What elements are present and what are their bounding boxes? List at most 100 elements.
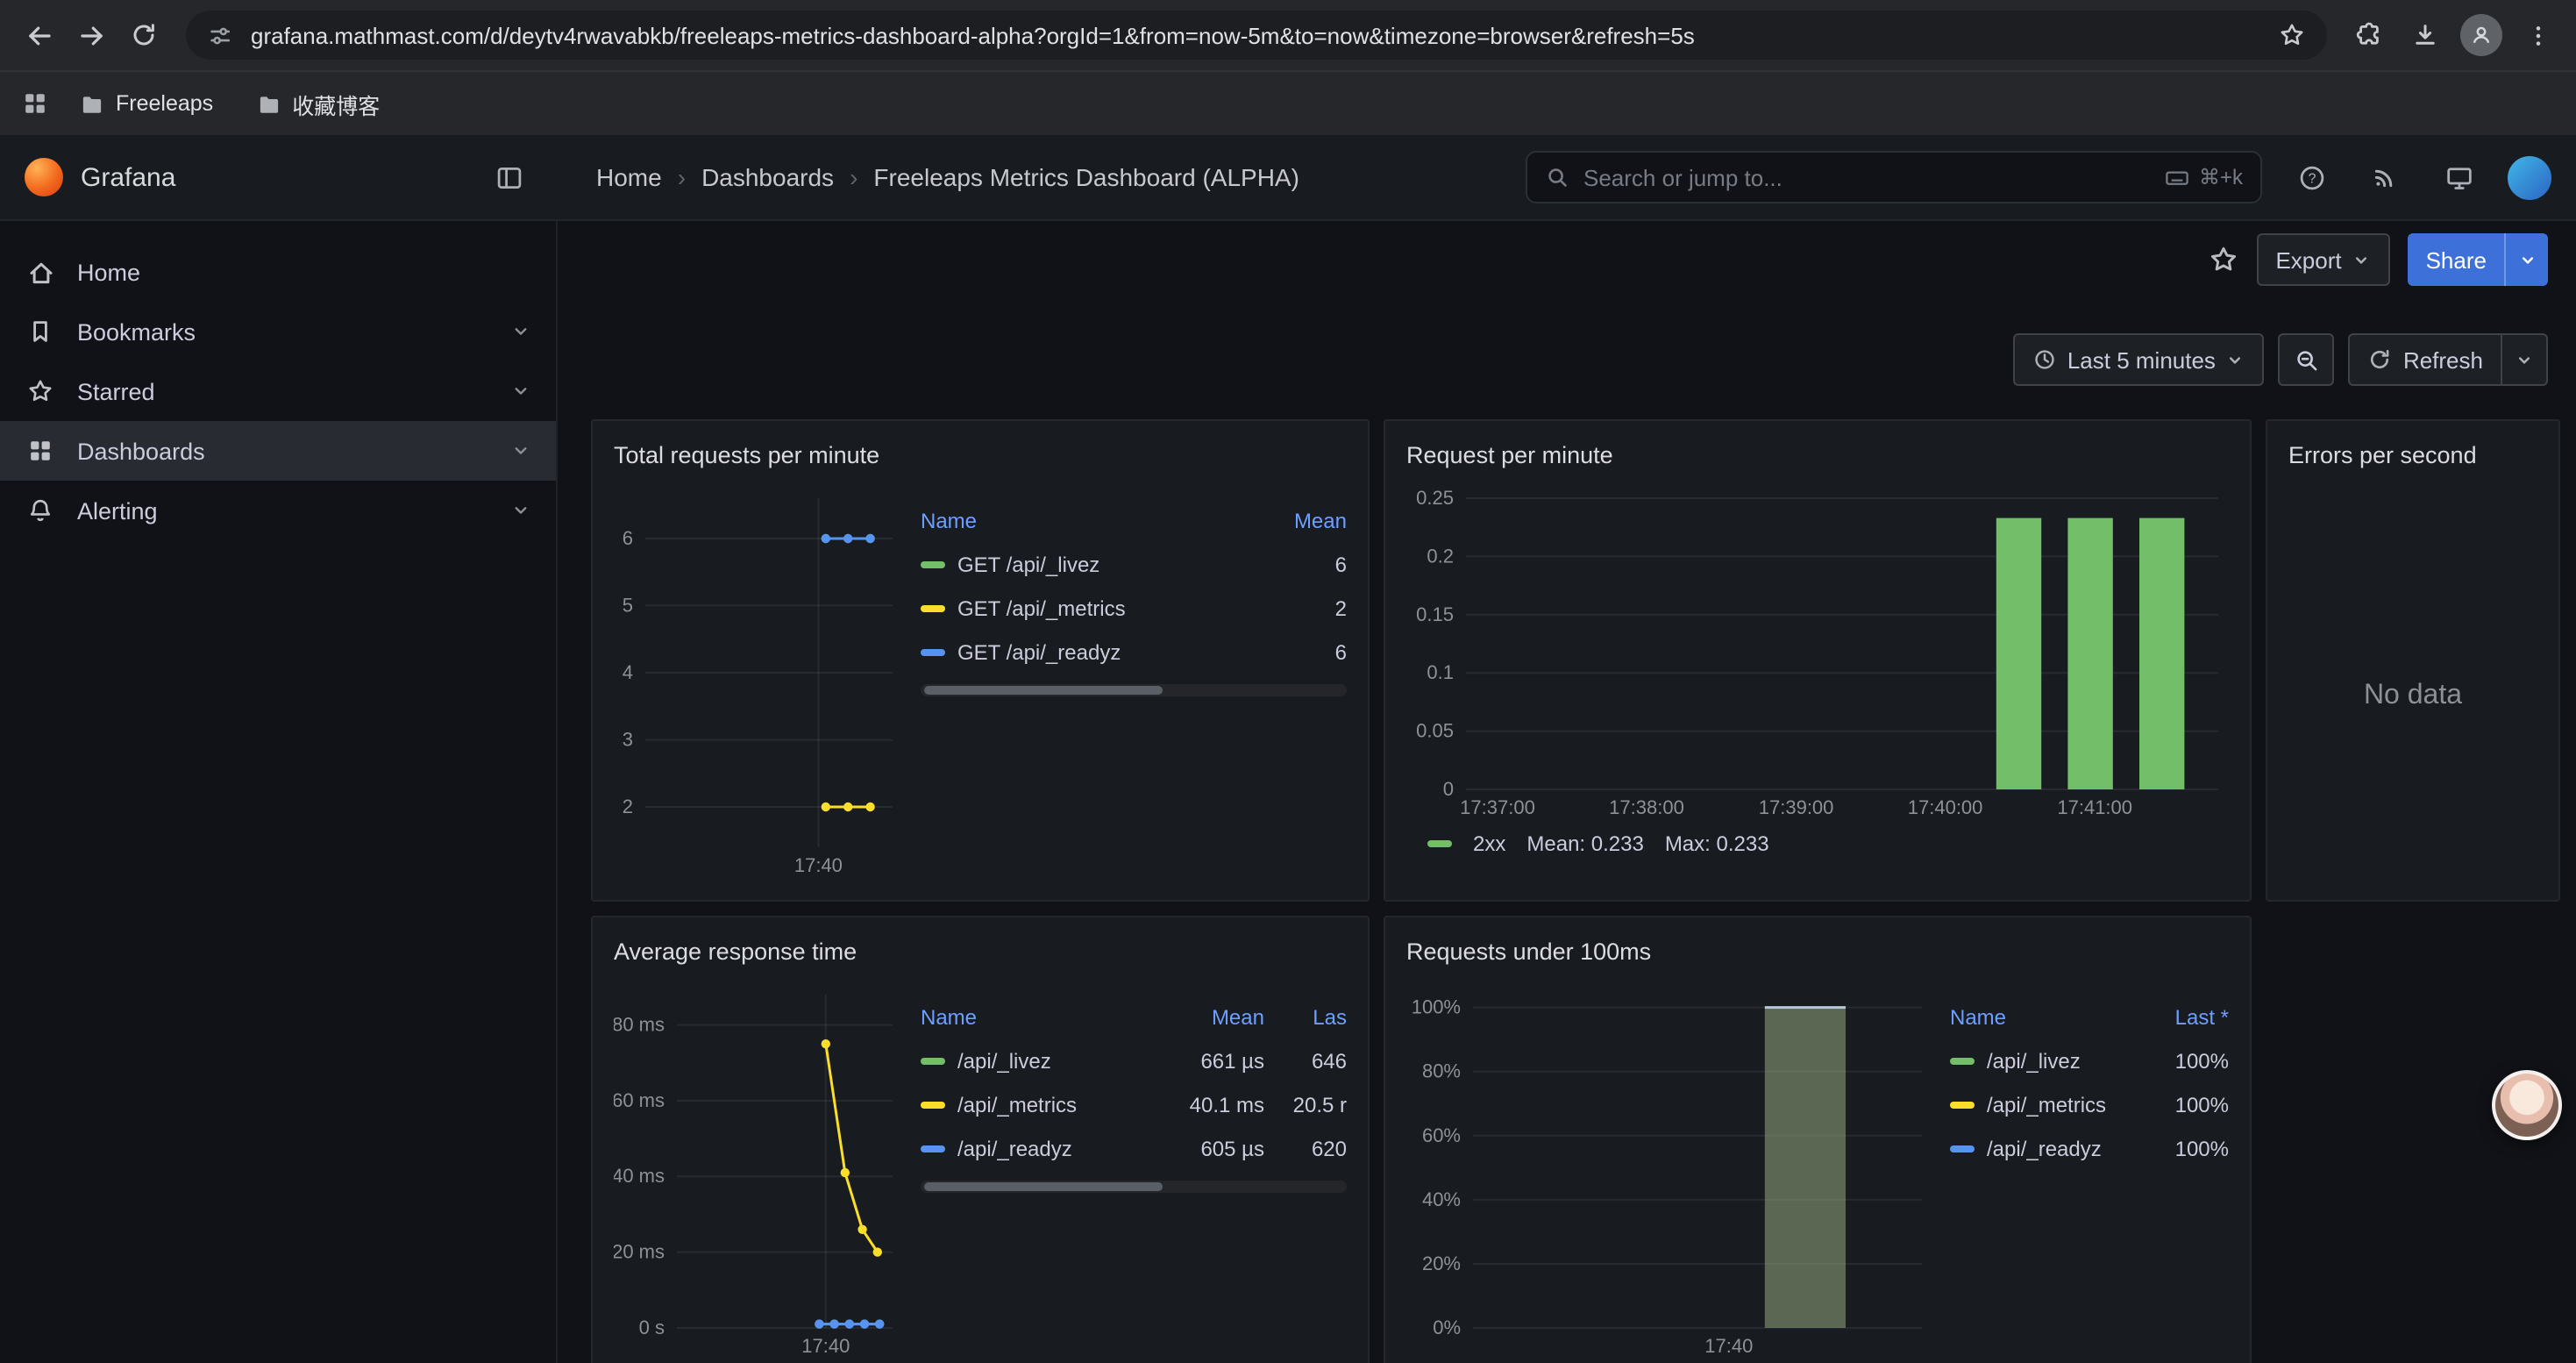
- forward-icon[interactable]: [67, 11, 116, 60]
- chevron-down-icon[interactable]: [510, 321, 531, 342]
- reload-icon[interactable]: [119, 11, 168, 60]
- series-mean: 6: [1335, 552, 1347, 576]
- legend-header-last[interactable]: Las: [1277, 1004, 1347, 1029]
- time-range-picker[interactable]: Last 5 minutes: [2013, 333, 2265, 386]
- request-per-minute-chart[interactable]: 0.250.20.150.10.05017:37:0017:38:0017:39…: [1406, 484, 2229, 821]
- legend-header-name[interactable]: Name: [1950, 1004, 2006, 1029]
- series-name[interactable]: /api/_readyz: [957, 1136, 1072, 1160]
- series-last: 100%: [2175, 1136, 2229, 1160]
- total-requests-chart[interactable]: 6543217:40: [614, 484, 903, 879]
- chevron-down-icon: [2352, 250, 2372, 269]
- svg-text:0%: 0%: [1433, 1317, 1461, 1338]
- sidebar-item-home[interactable]: Home: [0, 242, 556, 302]
- sidebar-item-starred[interactable]: Starred: [0, 361, 556, 421]
- chevron-down-icon[interactable]: [510, 381, 531, 402]
- svg-text:20 ms: 20 ms: [614, 1241, 665, 1263]
- screen: Freeleaps 收藏博客 Grafana Home Dashboards F…: [0, 0, 2576, 1363]
- series-swatch: [1950, 1145, 1975, 1152]
- breadcrumb-separator: [850, 163, 857, 191]
- series-name[interactable]: GET /api/_metrics: [957, 596, 1126, 620]
- sidebar-item-dashboards[interactable]: Dashboards: [0, 421, 556, 481]
- svg-text:0.25: 0.25: [1416, 487, 1454, 509]
- legend-scrollbar[interactable]: [921, 1181, 1347, 1193]
- sidebar-item-bookmarks[interactable]: Bookmarks: [0, 302, 556, 361]
- topbar-main: Home Dashboards Freeleaps Metrics Dashbo…: [558, 151, 2576, 203]
- series-last: 100%: [2175, 1092, 2229, 1117]
- panel-average-response-time: Average response time 80 ms60 ms40 ms20 …: [591, 916, 1370, 1363]
- legend-header-mean[interactable]: Mean: [1156, 1004, 1264, 1029]
- svg-text:17:39:00: 17:39:00: [1759, 796, 1834, 818]
- sidebar-item-label: Bookmarks: [77, 318, 196, 345]
- grafana-logo[interactable]: [25, 158, 63, 196]
- chevron-down-icon[interactable]: [510, 500, 531, 521]
- bookmark-star-icon[interactable]: [2278, 21, 2306, 49]
- scrollbar-thumb[interactable]: [924, 686, 1163, 695]
- share-button[interactable]: Share: [2409, 233, 2504, 286]
- share-menu-chevron[interactable]: [2504, 233, 2548, 286]
- back-icon[interactable]: [14, 11, 63, 60]
- average-response-time-chart[interactable]: 80 ms60 ms40 ms20 ms0 s17:40: [614, 981, 903, 1359]
- chevron-down-icon[interactable]: [510, 440, 531, 461]
- panel-title[interactable]: Request per minute: [1406, 435, 2229, 477]
- panel-title[interactable]: Average response time: [614, 931, 1347, 974]
- extensions-icon[interactable]: [2345, 11, 2394, 60]
- search-input[interactable]: Search or jump to... ⌘+k: [1526, 151, 2262, 203]
- series-name[interactable]: GET /api/_livez: [957, 552, 1099, 576]
- series-swatch: [921, 648, 945, 655]
- series-name[interactable]: /api/_metrics: [1987, 1092, 2106, 1117]
- panel-title[interactable]: Errors per second: [2288, 435, 2537, 477]
- downloads-icon[interactable]: [2401, 11, 2450, 60]
- apps-grid-icon[interactable]: [21, 89, 49, 118]
- sidebar-item-alerting[interactable]: Alerting: [0, 481, 556, 540]
- svg-text:17:40:00: 17:40:00: [1908, 796, 1983, 818]
- bookmark-folder-freeleaps[interactable]: Freeleaps: [67, 85, 225, 122]
- svg-text:17:40: 17:40: [801, 1335, 850, 1357]
- scrollbar-thumb[interactable]: [924, 1182, 1163, 1191]
- legend-scrollbar[interactable]: [921, 684, 1347, 696]
- site-settings-icon[interactable]: [207, 22, 233, 48]
- series-name[interactable]: /api/_readyz: [1987, 1136, 2102, 1160]
- panel-title[interactable]: Requests under 100ms: [1406, 931, 2229, 974]
- export-button[interactable]: Export: [2256, 233, 2390, 286]
- favorite-star-icon[interactable]: [2207, 244, 2238, 275]
- profile-avatar[interactable]: [2457, 11, 2506, 60]
- series-name[interactable]: /api/_livez: [957, 1048, 1051, 1073]
- series-swatch: [1950, 1057, 1975, 1064]
- panel-title[interactable]: Total requests per minute: [614, 435, 1347, 477]
- bookmark-label: 收藏博客: [292, 87, 380, 120]
- series-name[interactable]: /api/_metrics: [957, 1092, 1077, 1117]
- breadcrumb-home[interactable]: Home: [596, 163, 662, 191]
- search-shortcut: ⌘+k: [2199, 165, 2243, 189]
- monitor-icon[interactable]: [2434, 153, 2483, 202]
- url-input[interactable]: [247, 20, 2264, 50]
- floating-assistant-avatar[interactable]: [2492, 1070, 2562, 1140]
- url-bar[interactable]: [186, 11, 2327, 60]
- browser-actions: [2345, 11, 2562, 60]
- refresh-button[interactable]: Refresh: [2349, 333, 2502, 386]
- legend-header-last[interactable]: Last *: [2175, 1004, 2229, 1029]
- sidebar-toggle-icon[interactable]: [484, 153, 533, 202]
- legend-header-name[interactable]: Name: [921, 1004, 977, 1029]
- series-name[interactable]: 2xx: [1473, 831, 1505, 856]
- breadcrumb-dashboards[interactable]: Dashboards: [701, 163, 834, 191]
- refresh-interval-chevron[interactable]: [2502, 333, 2548, 386]
- series-swatch: [921, 1057, 945, 1064]
- breadcrumb-separator: [678, 163, 686, 191]
- bookmark-label: Freeleaps: [116, 91, 213, 116]
- series-name[interactable]: /api/_livez: [1987, 1048, 2081, 1073]
- grafana-topbar: Grafana Home Dashboards Freeleaps Metric…: [0, 135, 2576, 221]
- requests-under-100ms-chart[interactable]: 100%80%60%40%20%0%17:40: [1406, 981, 1932, 1359]
- sidebar-item-label: Alerting: [77, 497, 158, 524]
- user-avatar[interactable]: [2508, 155, 2551, 199]
- zoom-out-button[interactable]: [2279, 333, 2335, 386]
- series-name[interactable]: GET /api/_readyz: [957, 639, 1121, 664]
- svg-text:0.1: 0.1: [1427, 661, 1454, 683]
- legend-header-name[interactable]: Name: [921, 508, 977, 532]
- legend-header-mean[interactable]: Mean: [1294, 508, 1347, 532]
- news-rss-icon[interactable]: [2360, 153, 2409, 202]
- svg-text:100%: 100%: [1412, 996, 1461, 1018]
- series-last: 646: [1277, 1048, 1347, 1073]
- browser-menu-icon[interactable]: [2513, 11, 2562, 60]
- bookmark-folder-blogs[interactable]: 收藏博客: [243, 82, 392, 125]
- help-icon[interactable]: ?: [2287, 153, 2336, 202]
